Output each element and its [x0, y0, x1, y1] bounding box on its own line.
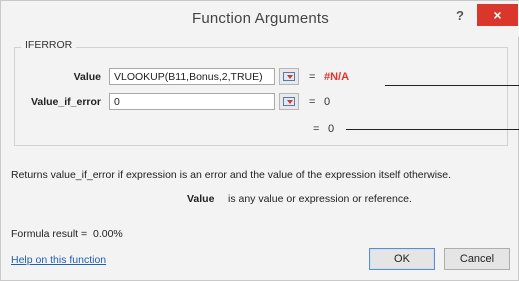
help-link[interactable]: Help on this function: [11, 254, 106, 266]
overall-equals: =: [313, 123, 320, 135]
callout-line-value: [385, 85, 519, 86]
collapse-arrow-icon: [287, 75, 293, 79]
help-button[interactable]: ?: [453, 8, 467, 24]
callout-line-result: [346, 129, 519, 130]
dialog-title: Function Arguments: [191, 10, 329, 27]
function-arguments-dialog: Function Arguments ? × IFERROR Value VLO…: [0, 0, 519, 281]
value-if-error-equals: =: [309, 96, 316, 108]
value-if-error-result: 0: [324, 96, 331, 108]
value-if-error-input[interactable]: 0: [109, 93, 275, 110]
title-bar[interactable]: Function Arguments ? ×: [1, 1, 519, 37]
value-result: #N/A: [324, 71, 350, 83]
close-button[interactable]: ×: [477, 4, 518, 26]
value-if-error-label: Value_if_error: [30, 96, 101, 108]
function-name: IFERROR: [21, 39, 77, 51]
value-equals: =: [309, 71, 316, 83]
collapse-arrow-icon: [287, 100, 293, 104]
ok-button[interactable]: OK: [369, 248, 435, 270]
value-input[interactable]: VLOOKUP(B11,Bonus,2,TRUE): [109, 68, 275, 85]
cancel-button[interactable]: Cancel: [444, 248, 510, 270]
function-description: Returns value_if_error if expression is …: [11, 169, 452, 181]
argument-description-label: Value: [187, 193, 215, 205]
value-collapse-button[interactable]: [279, 68, 299, 85]
formula-result-label: Formula result =: [11, 228, 88, 240]
value-label: Value: [73, 71, 101, 83]
value-if-error-collapse-button[interactable]: [279, 93, 299, 110]
formula-result-value: 0.00%: [93, 228, 123, 240]
argument-description-text: is any value or expression or reference.: [228, 193, 412, 205]
overall-result: 0: [328, 123, 335, 135]
formula-result: Formula result = 0.00%: [11, 228, 123, 240]
